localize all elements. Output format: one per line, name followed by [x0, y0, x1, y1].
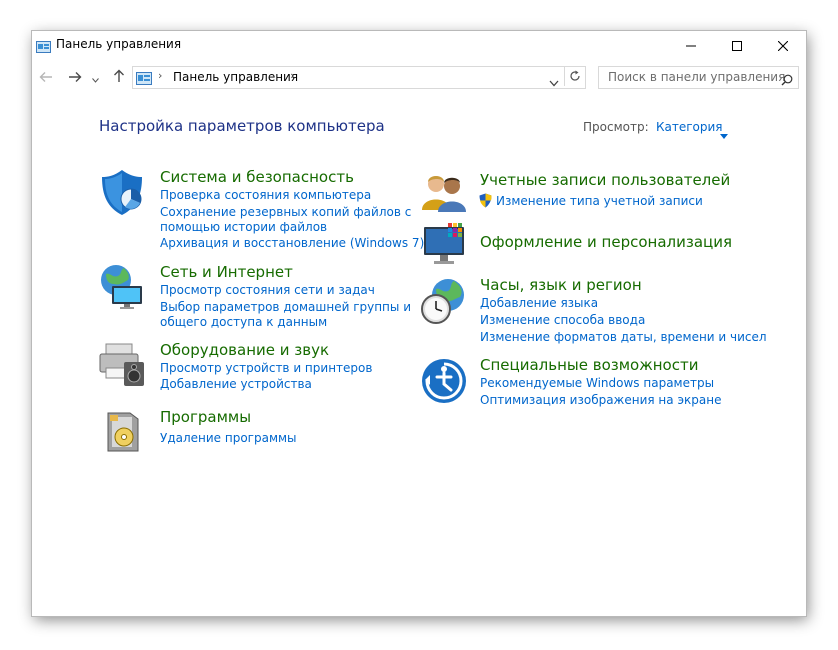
search-icon[interactable] [781, 71, 793, 90]
window-title: Панель управления [56, 37, 182, 51]
link-file-history-backup-cont[interactable]: помощью истории файлов [160, 220, 327, 234]
link-add-device[interactable]: Добавление устройства [160, 377, 312, 391]
control-panel-icon [36, 38, 51, 53]
address-bar[interactable]: › Панель управления › [132, 66, 586, 89]
page-title: Настройка параметров компьютера [99, 117, 385, 135]
view-by-dropdown[interactable]: Категория [656, 120, 723, 134]
programs-icon[interactable] [98, 407, 146, 455]
up-button[interactable] [109, 67, 129, 87]
link-uninstall-program[interactable]: Удаление программы [160, 431, 297, 445]
link-homegroup-options-cont[interactable]: общего доступа к данным [160, 315, 327, 329]
close-button[interactable] [760, 31, 806, 59]
link-recommended-settings[interactable]: Рекомендуемые Windows параметры [480, 376, 714, 390]
dropdown-caret-icon[interactable] [720, 124, 728, 143]
minimize-icon [686, 36, 696, 55]
chevron-down-icon [91, 68, 99, 87]
recent-locations-button[interactable] [89, 67, 101, 87]
link-change-account-type[interactable]: Изменение типа учетной записи [496, 194, 703, 208]
back-button[interactable] [36, 67, 56, 87]
category-title-hardware-sound[interactable]: Оборудование и звук [160, 341, 329, 359]
category-title-network-internet[interactable]: Сеть и Интернет [160, 263, 293, 281]
maximize-icon [732, 36, 742, 55]
link-file-history-backup[interactable]: Сохранение резервных копий файлов с [160, 205, 411, 219]
forward-arrow-icon [68, 68, 82, 87]
forward-button[interactable] [65, 67, 85, 87]
link-optimize-display[interactable]: Оптимизация изображения на экране [480, 393, 721, 407]
category-title-system-security[interactable]: Система и безопасность [160, 168, 354, 186]
search-input[interactable]: Поиск в панели управления [598, 66, 799, 89]
link-change-input-method[interactable]: Изменение способа ввода [480, 313, 645, 327]
breadcrumb-chevron-icon[interactable]: › [290, 69, 294, 82]
search-placeholder: Поиск в панели управления [608, 70, 786, 84]
category-title-programs[interactable]: Программы [160, 408, 251, 426]
maximize-button[interactable] [714, 31, 760, 59]
hardware-sound-icon[interactable] [98, 340, 146, 388]
category-title-user-accounts[interactable]: Учетные записи пользователей [480, 171, 730, 189]
title-bar[interactable]: Панель управления [32, 31, 806, 59]
refresh-icon [569, 67, 581, 86]
breadcrumb-chevron-icon[interactable]: › [158, 69, 162, 82]
chevron-down-icon[interactable] [549, 72, 559, 91]
user-accounts-icon[interactable] [420, 170, 468, 218]
breadcrumb[interactable]: Панель управления [173, 70, 298, 84]
link-add-language[interactable]: Добавление языка [480, 296, 598, 310]
control-panel-icon [136, 70, 152, 89]
category-title-appearance[interactable]: Оформление и персонализация [480, 233, 732, 251]
system-security-icon[interactable] [98, 168, 146, 216]
minimize-button[interactable] [668, 31, 714, 59]
navigation-bar: › Панель управления › Поиск в панели упр… [32, 63, 806, 91]
link-check-computer-status[interactable]: Проверка состояния компьютера [160, 188, 371, 202]
control-panel-window: Панель управления › Панель управления › … [32, 31, 806, 616]
link-devices-printers[interactable]: Просмотр устройств и принтеров [160, 361, 372, 375]
back-arrow-icon [39, 68, 53, 87]
link-network-status[interactable]: Просмотр состояния сети и задач [160, 283, 375, 297]
appearance-personalization-icon[interactable] [420, 221, 468, 269]
refresh-button[interactable] [564, 67, 585, 86]
category-title-ease-of-access[interactable]: Специальные возможности [480, 356, 698, 374]
up-arrow-icon [113, 68, 125, 87]
link-homegroup-options[interactable]: Выбор параметров домашней группы и [160, 300, 411, 314]
uac-shield-icon [479, 193, 492, 212]
close-icon [777, 36, 789, 55]
link-change-formats[interactable]: Изменение форматов даты, времени и чисел [480, 330, 767, 344]
view-by-label: Просмотр: [583, 120, 649, 134]
network-internet-icon[interactable] [98, 262, 146, 310]
clock-language-region-icon[interactable] [420, 277, 468, 325]
category-title-clock-region[interactable]: Часы, язык и регион [480, 276, 642, 294]
link-backup-restore-win7[interactable]: Архивация и восстановление (Windows 7) [160, 236, 424, 250]
ease-of-access-icon[interactable] [420, 357, 468, 405]
